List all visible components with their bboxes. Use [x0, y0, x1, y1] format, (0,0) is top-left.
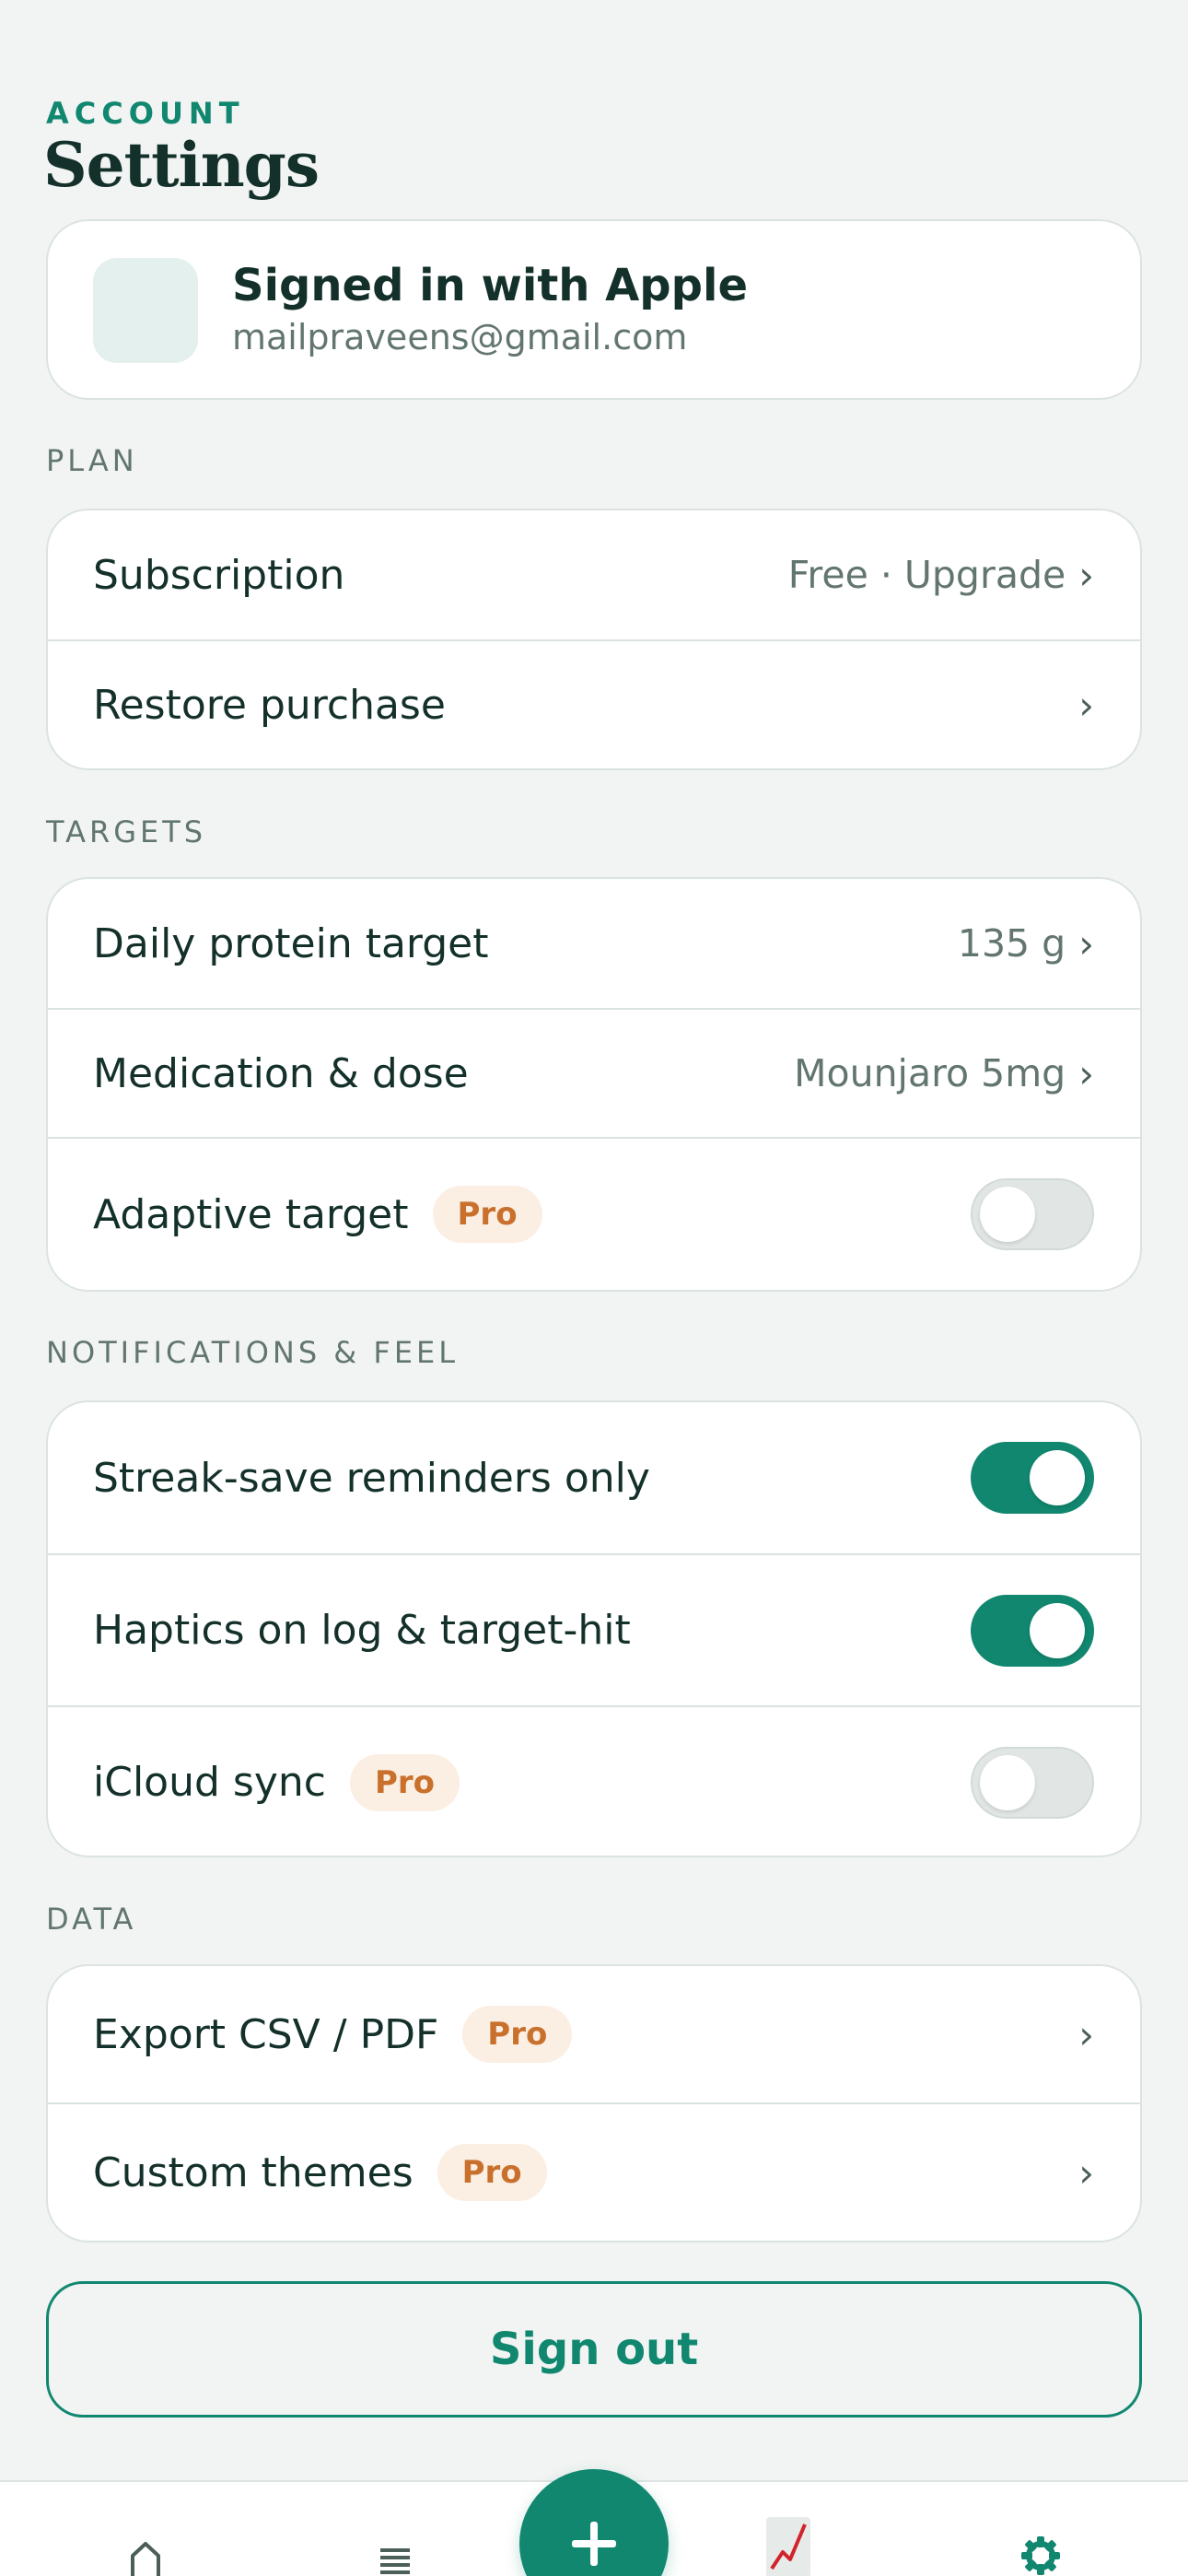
- custom-themes-label: Custom themes: [93, 2149, 413, 2196]
- pro-badge: Pro: [432, 1186, 542, 1243]
- chevron-right-icon: ›: [1078, 920, 1094, 966]
- chart-icon[interactable]: [761, 2515, 816, 2576]
- home-icon[interactable]: [118, 2539, 173, 2576]
- subscription-label: Subscription: [93, 551, 345, 599]
- gear-icon[interactable]: [1013, 2534, 1068, 2576]
- section-label-notifications: NOTIFICATIONS & FEEL: [46, 1335, 460, 1370]
- avatar: [93, 258, 198, 363]
- subscription-row[interactable]: Subscription Free · Upgrade ›: [48, 510, 1140, 639]
- section-label-data: DATA: [46, 1902, 137, 1937]
- streak-reminders-toggle[interactable]: [971, 1442, 1094, 1514]
- settings-screen: ACCOUNT Settings Signed in with Apple ma…: [0, 0, 1188, 2576]
- chevron-right-icon: ›: [1078, 2149, 1094, 2195]
- section-label-plan: PLAN: [46, 443, 138, 478]
- account-provider-label: Signed in with Apple: [232, 260, 749, 311]
- adaptive-target-label: Adaptive target: [93, 1190, 409, 1238]
- data-card: Export CSV / PDF Pro › Custom themes Pro…: [46, 1964, 1142, 2242]
- subscription-status: Free · Upgrade: [787, 553, 1066, 597]
- haptics-label: Haptics on log & target-hit: [93, 1607, 631, 1654]
- header-eyebrow: ACCOUNT: [46, 96, 245, 131]
- account-email: mailpraveens@gmail.com: [232, 317, 688, 357]
- pro-badge: Pro: [349, 1753, 460, 1811]
- icloud-sync-toggle[interactable]: [971, 1746, 1094, 1819]
- streak-reminders-label: Streak-save reminders only: [93, 1454, 650, 1502]
- subscription-value: Free · Upgrade ›: [788, 553, 1094, 598]
- plan-card: Subscription Free · Upgrade › Restore pu…: [46, 509, 1142, 770]
- adaptive-target-toggle[interactable]: [971, 1178, 1094, 1250]
- haptics-row: Haptics on log & target-hit: [48, 1553, 1140, 1705]
- chevron-right-icon: ›: [1078, 682, 1094, 728]
- icloud-sync-row: iCloud sync Pro: [48, 1705, 1140, 1856]
- toggle-knob: [1030, 1602, 1085, 1658]
- pro-badge: Pro: [462, 2006, 573, 2063]
- sign-out-button[interactable]: Sign out: [46, 2281, 1142, 2418]
- restore-purchase-label: Restore purchase: [93, 681, 446, 729]
- medication-value: Mounjaro 5mg: [794, 1051, 1066, 1095]
- chevron-right-icon: ›: [1078, 2011, 1094, 2057]
- icloud-sync-label: iCloud sync: [93, 1759, 326, 1806]
- export-label: Export CSV / PDF: [93, 2010, 439, 2058]
- plus-icon: [572, 2522, 616, 2566]
- protein-target-value: 135 g: [957, 921, 1066, 966]
- list-icon[interactable]: [372, 2545, 418, 2576]
- haptics-toggle[interactable]: [971, 1594, 1094, 1667]
- section-label-targets: TARGETS: [46, 814, 207, 849]
- restore-purchase-row[interactable]: Restore purchase ›: [48, 639, 1140, 768]
- export-row[interactable]: Export CSV / PDF Pro ›: [48, 1966, 1140, 2102]
- protein-target-row[interactable]: Daily protein target 135 g ›: [48, 879, 1140, 1008]
- toggle-knob: [1030, 1450, 1085, 1505]
- toggle-knob: [980, 1754, 1035, 1810]
- chevron-right-icon: ›: [1078, 1050, 1094, 1096]
- adaptive-target-row: Adaptive target Pro: [48, 1137, 1140, 1290]
- page-title: Settings: [43, 129, 320, 201]
- toggle-knob: [980, 1187, 1035, 1242]
- custom-themes-row[interactable]: Custom themes Pro ›: [48, 2102, 1140, 2241]
- targets-card: Daily protein target 135 g › Medication …: [46, 877, 1142, 1292]
- medication-label: Medication & dose: [93, 1049, 469, 1097]
- protein-target-label: Daily protein target: [93, 919, 489, 967]
- streak-reminders-row: Streak-save reminders only: [48, 1402, 1140, 1553]
- pro-badge: Pro: [437, 2144, 547, 2201]
- medication-row[interactable]: Medication & dose Mounjaro 5mg ›: [48, 1008, 1140, 1137]
- notifications-card: Streak-save reminders only Haptics on lo…: [46, 1400, 1142, 1857]
- account-card[interactable]: Signed in with Apple mailpraveens@gmail.…: [46, 219, 1142, 400]
- chevron-right-icon: ›: [1078, 552, 1094, 598]
